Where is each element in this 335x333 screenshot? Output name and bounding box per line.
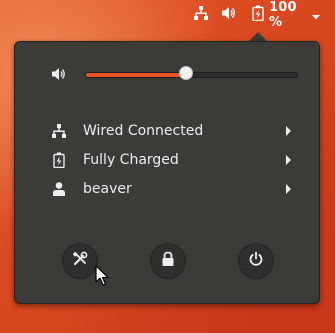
chevron-right-icon xyxy=(286,184,291,194)
network-wired-icon xyxy=(193,5,209,25)
menu-item-wired[interactable]: Wired Connected xyxy=(15,117,319,145)
power-off-button[interactable] xyxy=(238,243,274,279)
chevron-right-icon xyxy=(286,126,291,136)
speaker-volume-icon xyxy=(221,5,237,25)
speaker-volume-icon xyxy=(51,66,67,86)
power-icon xyxy=(248,251,264,271)
topbar-volume-indicator[interactable] xyxy=(219,0,239,30)
chevron-right-icon xyxy=(286,155,291,165)
battery-charging-icon xyxy=(252,5,264,25)
lock-button[interactable] xyxy=(150,243,186,279)
settings-tools-icon xyxy=(72,251,88,271)
topbar-network-indicator[interactable] xyxy=(191,0,211,30)
settings-button[interactable] xyxy=(62,243,98,279)
mouse-pointer-icon xyxy=(95,265,109,287)
user-icon xyxy=(52,181,68,197)
triangle-down-icon xyxy=(311,6,321,25)
menu-item-user[interactable]: beaver xyxy=(15,175,319,203)
battery-charging-icon xyxy=(53,152,69,169)
menu-item-label: Wired Connected xyxy=(83,123,204,139)
network-wired-icon xyxy=(51,123,67,139)
topbar-battery-percent[interactable]: 100 % xyxy=(269,0,309,30)
battery-percent-label: 100 % xyxy=(269,0,297,30)
volume-row xyxy=(15,60,319,88)
menu-item-label: Fully Charged xyxy=(83,152,179,168)
volume-slider-fill xyxy=(86,73,188,77)
menu-item-battery[interactable]: Fully Charged xyxy=(15,146,319,174)
system-menu-popover: Wired Connected Fully Charged beaver xyxy=(14,41,320,304)
topbar-battery-indicator[interactable] xyxy=(249,0,267,30)
menu-item-label: beaver xyxy=(83,181,132,197)
lock-icon xyxy=(161,251,175,271)
topbar-system-menu-button[interactable] xyxy=(309,0,323,30)
